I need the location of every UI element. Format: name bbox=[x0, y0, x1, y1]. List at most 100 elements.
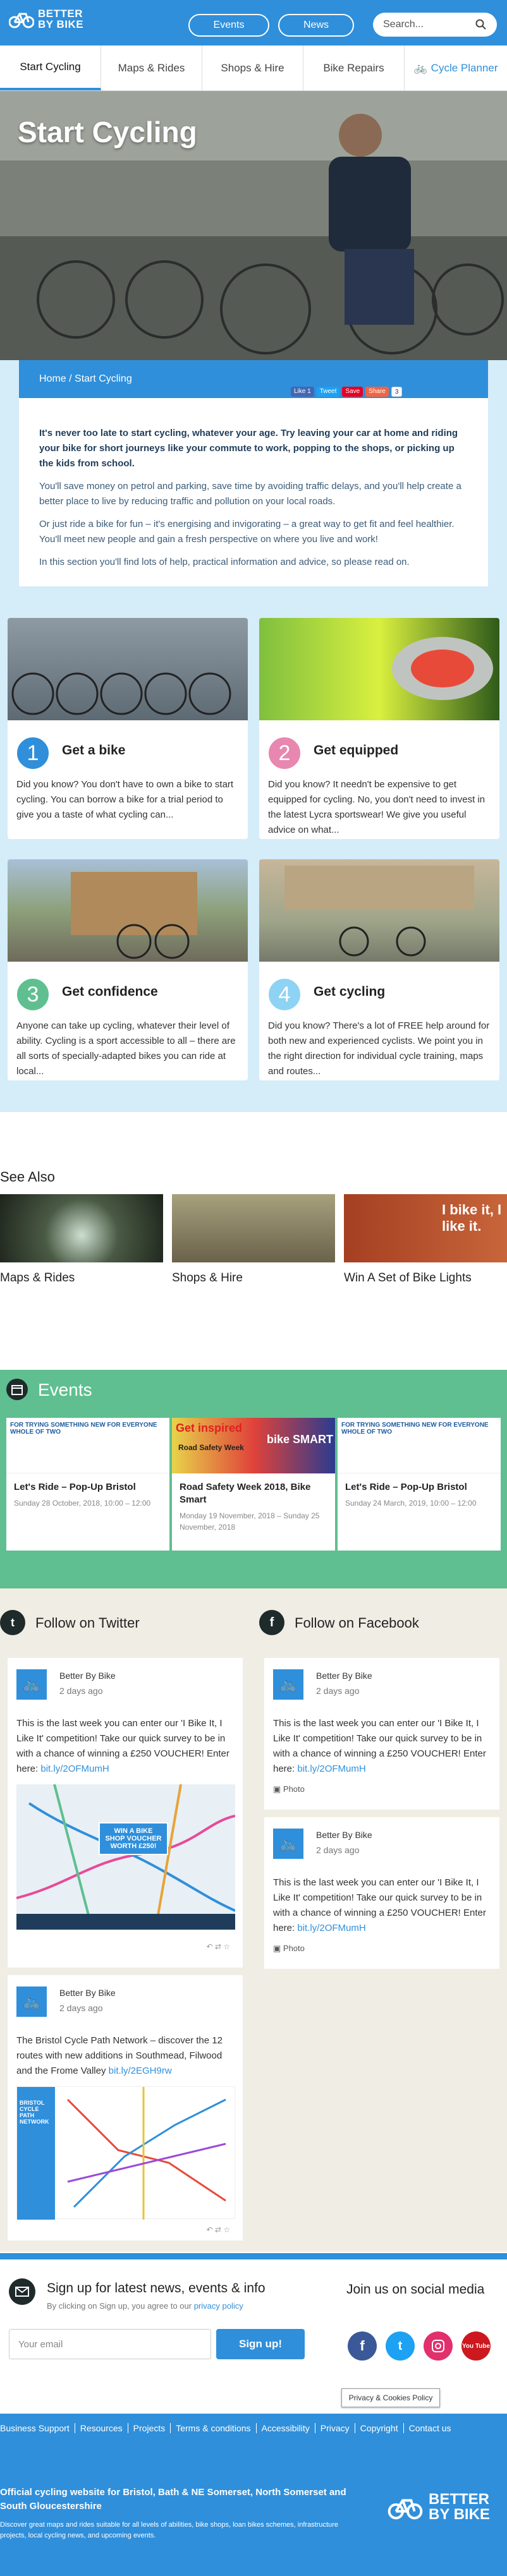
privacy-cookies-button[interactable]: Privacy & Cookies Policy bbox=[341, 2388, 440, 2407]
avatar[interactable]: 🚲 bbox=[16, 1669, 47, 1700]
facebook-social-icon[interactable]: f bbox=[348, 2331, 377, 2361]
photo-icon: ▣ bbox=[273, 1784, 283, 1794]
see-also-label[interactable]: Maps & Rides bbox=[0, 1271, 163, 1285]
tab-cycle-planner-label: Cycle Planner bbox=[431, 61, 498, 74]
footer-logo-better: BETTER bbox=[429, 2491, 489, 2508]
footer-logo[interactable]: BETTER BY BIKE bbox=[387, 2492, 490, 2522]
tweet-actions-icon[interactable]: ↶ ⇄ ☆ bbox=[206, 2225, 230, 2234]
tab-maps-rides[interactable]: Maps & Rides bbox=[101, 45, 202, 90]
tab-bike-repairs[interactable]: Bike Repairs bbox=[303, 45, 405, 90]
facebook-like-button[interactable]: Like 1 bbox=[291, 387, 314, 397]
post-link[interactable]: bit.ly/2OFMumH bbox=[297, 1923, 365, 1933]
event-title[interactable]: Road Safety Week 2018, Bike Smart bbox=[172, 1473, 335, 1506]
see-also-photo bbox=[0, 1194, 163, 1262]
footer-link[interactable]: Copyright bbox=[355, 2423, 404, 2433]
bike-avatar-icon: 🚲 bbox=[23, 1993, 40, 2009]
twitter-heading: Follow on Twitter bbox=[35, 1615, 140, 1631]
share-bar: Like 1 Tweet Save Share 3 bbox=[291, 387, 403, 397]
tab-start-cycling[interactable]: Start Cycling bbox=[0, 45, 101, 90]
see-also-label[interactable]: Shops & Hire bbox=[172, 1271, 335, 1285]
see-also-label[interactable]: Win A Set of Bike Lights bbox=[344, 1271, 507, 1285]
facebook-icon[interactable]: f bbox=[259, 1610, 284, 1635]
footer-link[interactable]: Accessibility bbox=[257, 2423, 315, 2433]
event-card[interactable]: Get inspired bike SMART Road Safety Week… bbox=[172, 1418, 335, 1551]
footer-link[interactable]: Contact us bbox=[404, 2423, 456, 2433]
events-button[interactable]: Events bbox=[188, 14, 269, 37]
card-get-confidence[interactable]: 3 Get confidence Anyone can take up cycl… bbox=[8, 859, 248, 1080]
breadcrumb-text[interactable]: Home / Start Cycling bbox=[39, 373, 132, 385]
twitter-social-icon[interactable]: t bbox=[386, 2331, 415, 2361]
event-image: FOR TRYING SOMETHING NEW FOR EVERYONE WH… bbox=[6, 1418, 169, 1473]
site-footer: Official cycling website for Bristol, Ba… bbox=[0, 2443, 507, 2576]
step-number-badge: 3 bbox=[15, 977, 51, 1012]
tab-cycle-planner[interactable]: 🚲 Cycle Planner bbox=[405, 45, 507, 90]
social-feeds: t Follow on Twitter f Follow on Facebook… bbox=[0, 1588, 507, 2252]
tab-shops-hire[interactable]: Shops & Hire bbox=[202, 45, 303, 90]
signup-button[interactable]: Sign up! bbox=[216, 2329, 305, 2359]
post-link[interactable]: bit.ly/2EGH9rw bbox=[109, 2065, 172, 2076]
twitter-post: 🚲 Better By Bike 2 days ago The Bristol … bbox=[8, 1975, 243, 2240]
event-card[interactable]: FOR TRYING SOMETHING NEW FOR EVERYONE WH… bbox=[338, 1418, 501, 1551]
event-card[interactable]: FOR TRYING SOMETHING NEW FOR EVERYONE WH… bbox=[6, 1418, 169, 1551]
see-also-item[interactable]: Maps & Rides bbox=[0, 1194, 163, 1285]
share-button[interactable]: Share bbox=[365, 387, 389, 397]
post-author[interactable]: Better By Bike bbox=[316, 1830, 372, 1840]
email-input[interactable]: Your email bbox=[9, 2329, 211, 2359]
see-also-photo: I bike it, I like it. bbox=[344, 1194, 507, 1262]
card-get-a-bike[interactable]: 1 Get a bike Did you know? You don't hav… bbox=[8, 618, 248, 839]
site-logo[interactable]: BETTER BY BIKE bbox=[9, 6, 83, 32]
avatar[interactable]: 🚲 bbox=[273, 1669, 303, 1700]
see-also-photo bbox=[172, 1194, 335, 1262]
post-author[interactable]: Better By Bike bbox=[59, 1671, 116, 1681]
card-get-equipped[interactable]: 2 Get equipped Did you know? It needn't … bbox=[259, 618, 499, 839]
card-title[interactable]: Get confidence bbox=[62, 984, 158, 1000]
youtube-social-icon[interactable]: You Tube bbox=[461, 2331, 491, 2361]
post-time: 2 days ago bbox=[59, 1686, 103, 1696]
post-author[interactable]: Better By Bike bbox=[316, 1671, 372, 1681]
twitter-icon[interactable]: t bbox=[0, 1610, 25, 1635]
avatar[interactable]: 🚲 bbox=[273, 1829, 303, 1859]
facebook-post: 🚲 Better By Bike 2 days ago This is the … bbox=[264, 1658, 499, 1810]
event-image-logo: bike SMART bbox=[267, 1433, 334, 1446]
photo-link[interactable]: ▣ Photo bbox=[273, 1784, 305, 1794]
main-nav: Start Cycling Maps & Rides Shops & Hire … bbox=[0, 45, 507, 91]
avatar[interactable]: 🚲 bbox=[16, 1986, 47, 2017]
instagram-social-icon[interactable] bbox=[424, 2331, 453, 2361]
signup-heading: Sign up for latest news, events & info bbox=[47, 2281, 266, 2295]
step-number-badge: 1 bbox=[15, 735, 51, 771]
post-time: 2 days ago bbox=[316, 1845, 360, 1855]
event-image: Get inspired bike SMART Road Safety Week bbox=[172, 1418, 335, 1473]
pinterest-save-button[interactable]: Save bbox=[342, 387, 363, 397]
footer-link[interactable]: Terms & conditions bbox=[171, 2423, 257, 2433]
bike-avatar-icon: 🚲 bbox=[279, 1676, 297, 1692]
see-also-item[interactable]: I bike it, I like it. Win A Set of Bike … bbox=[344, 1194, 507, 1285]
privacy-policy-link[interactable]: privacy policy bbox=[194, 2301, 243, 2311]
post-image[interactable]: BRISTOL CYCLE PATH NETWORK bbox=[16, 2086, 235, 2220]
footer-link[interactable]: Privacy bbox=[315, 2423, 355, 2433]
social-heading: Join us on social media bbox=[346, 2282, 485, 2297]
bike-logo-icon bbox=[388, 2499, 423, 2520]
card-photo bbox=[8, 618, 248, 720]
card-title[interactable]: Get a bike bbox=[62, 743, 125, 758]
news-button[interactable]: News bbox=[278, 14, 354, 37]
footer-link[interactable]: Resources bbox=[75, 2423, 128, 2433]
card-title[interactable]: Get cycling bbox=[314, 984, 385, 1000]
tweet-button[interactable]: Tweet bbox=[316, 387, 340, 397]
footer-link[interactable]: Business Support bbox=[0, 2423, 75, 2433]
search-input[interactable]: Search... bbox=[373, 13, 497, 37]
event-title[interactable]: Let's Ride – Pop-Up Bristol bbox=[6, 1473, 169, 1494]
card-photo bbox=[8, 859, 248, 962]
post-link[interactable]: bit.ly/2OFMumH bbox=[297, 1763, 365, 1774]
post-text: This is the last week you can enter our … bbox=[273, 1875, 492, 1936]
card-title[interactable]: Get equipped bbox=[314, 743, 398, 758]
tweet-actions-icon[interactable]: ↶ ⇄ ☆ bbox=[206, 1942, 230, 1951]
post-link[interactable]: bit.ly/2OFMumH bbox=[40, 1763, 109, 1774]
event-title[interactable]: Let's Ride – Pop-Up Bristol bbox=[338, 1473, 501, 1494]
photo-link[interactable]: ▣ Photo bbox=[273, 1944, 305, 1954]
see-also-item[interactable]: Shops & Hire bbox=[172, 1194, 335, 1285]
footer-link[interactable]: Projects bbox=[128, 2423, 171, 2433]
post-author[interactable]: Better By Bike bbox=[59, 1988, 116, 1998]
post-image[interactable]: WIN A BIKE SHOP VOUCHER WORTH £250! bbox=[16, 1784, 236, 1930]
card-get-cycling[interactable]: 4 Get cycling Did you know? There's a lo… bbox=[259, 859, 499, 1080]
search-icon[interactable] bbox=[475, 19, 487, 30]
